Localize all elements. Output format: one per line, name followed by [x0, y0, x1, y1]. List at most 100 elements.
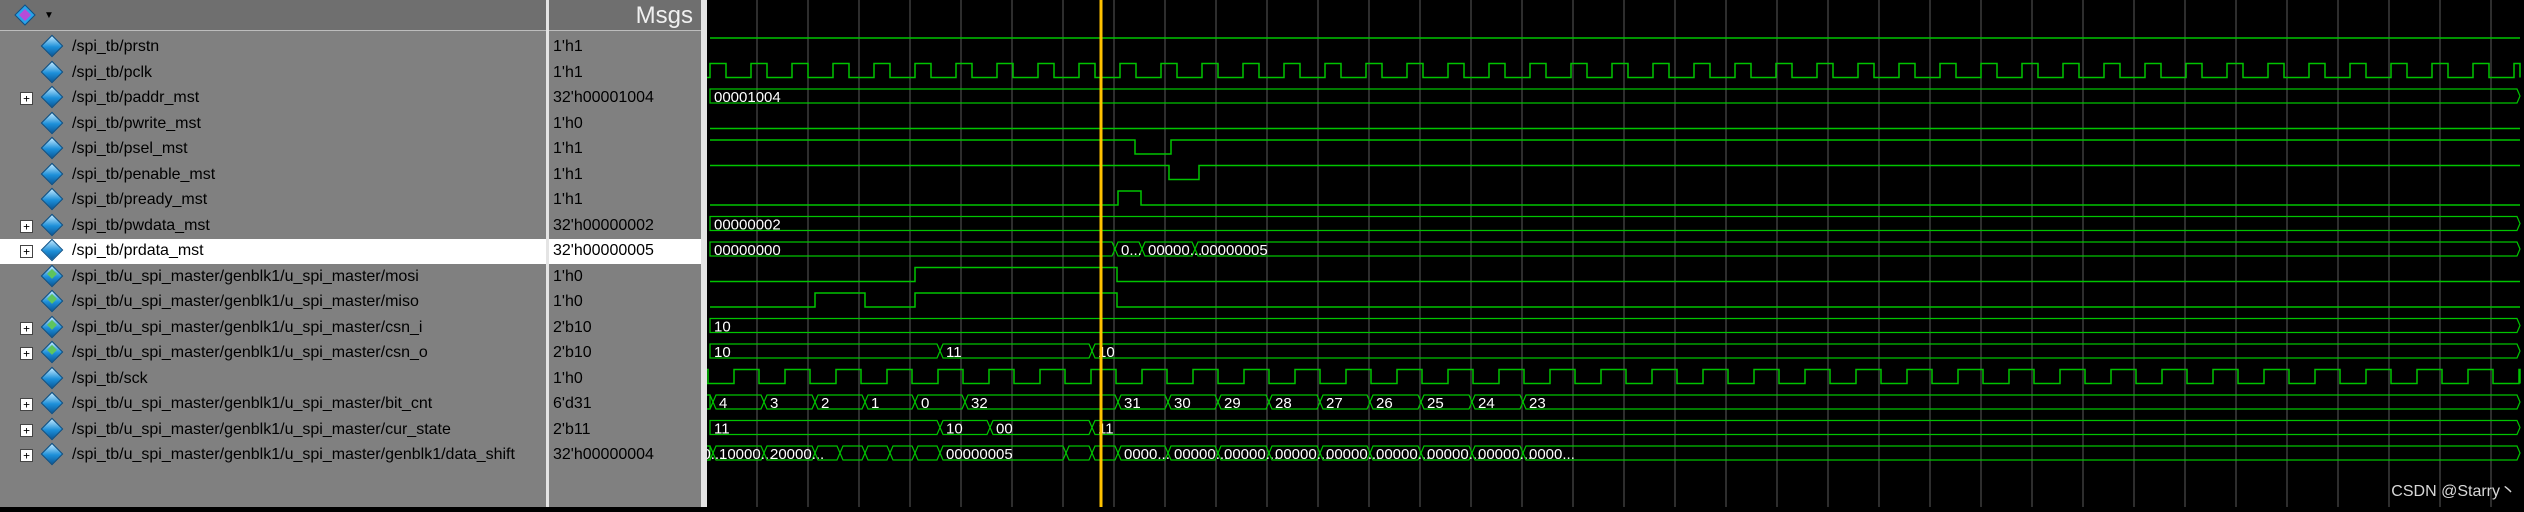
value-row[interactable]: 1'h0 — [549, 112, 701, 137]
signal-value: 2'b10 — [553, 344, 592, 361]
bus-value-label: 10 — [946, 421, 963, 438]
signal-row[interactable]: + /spi_tb/prdata_mst — [0, 238, 546, 264]
signal-row[interactable]: + /spi_tb/paddr_mst — [0, 85, 546, 111]
expand-icon[interactable]: + — [20, 449, 33, 462]
value-row[interactable]: 1'h0 — [549, 290, 701, 315]
bus-segment — [709, 215, 2521, 232]
value-row[interactable]: 1'h0 — [549, 367, 701, 392]
bus-segment — [889, 445, 916, 461]
signal-row[interactable]: + /spi_tb/u_spi_master/genblk1/u_spi_mast… — [0, 442, 546, 468]
signal-row[interactable]: /spi_tb/pwrite_mst — [0, 111, 546, 137]
expand-icon[interactable]: + — [20, 398, 33, 411]
bus-segment — [1065, 445, 1093, 461]
value-row[interactable]: 32'h00001004 — [549, 86, 701, 111]
value-row[interactable]: 1'h1 — [549, 61, 701, 86]
signal-value: 1'h1 — [553, 38, 583, 55]
bus-segment — [964, 394, 1119, 410]
signal-row[interactable]: /spi_tb/prstn — [0, 34, 546, 60]
signal-value: 6'd31 — [553, 395, 592, 412]
signal-value: 32'h00001004 — [553, 89, 654, 106]
wave-penable_mst — [710, 164, 2520, 181]
expand-icon[interactable]: + — [20, 245, 33, 258]
bus-value-label: 4 — [719, 395, 727, 412]
signal-row[interactable]: /spi_tb/pclk — [0, 60, 546, 86]
value-row[interactable]: 1'h1 — [549, 163, 701, 188]
bus-segment — [1091, 419, 2521, 436]
bus-value-label: 28 — [1275, 395, 1292, 412]
bus-segment — [839, 445, 866, 461]
bus-segment — [709, 343, 941, 359]
expand-icon[interactable]: + — [20, 92, 33, 105]
signal-values-pane: Msgs 1'h1 1'h1 32'h00001004 1'h0 1'h1 1'h1 1'h… — [549, 0, 701, 507]
bus-segment — [864, 445, 891, 461]
bus-value-label: 00001004 — [714, 89, 781, 106]
chevron-down-icon[interactable]: ▼ — [44, 10, 54, 21]
expand-icon[interactable]: + — [20, 347, 33, 360]
signal-row[interactable]: + /spi_tb/u_spi_master/genblk1/u_spi_mast… — [0, 315, 546, 341]
value-row[interactable]: 2'b11 — [549, 418, 701, 443]
wave-toolbar-icon[interactable] — [14, 4, 36, 26]
signal-name: /spi_tb/u_spi_master/genblk1/u_spi_maste… — [72, 420, 451, 438]
signal-name: /spi_tb/u_spi_master/genblk1/u_spi_maste… — [72, 446, 515, 463]
wave-psel_mst — [710, 139, 2520, 155]
signal-row[interactable]: /spi_tb/sck — [0, 366, 546, 392]
bus-value-label: 0 — [921, 395, 929, 412]
signal-value: 2'b11 — [553, 420, 591, 438]
bus-segment — [709, 317, 2521, 334]
signal-name: /spi_tb/u_spi_master/genblk1/u_spi_maste… — [72, 293, 419, 310]
bus-value-label: 0000... — [1529, 446, 1575, 463]
value-row[interactable]: 1'h1 — [549, 137, 701, 162]
waveform-canvas[interactable]: 000010040000000200000000 0... 00000...0000… — [12, 0, 2524, 507]
bus-value-label: 11 — [946, 344, 962, 361]
signal-row[interactable]: /spi_tb/psel_mst — [0, 136, 546, 162]
signal-name: /spi_tb/u_spi_master/genblk1/u_spi_maste… — [72, 318, 423, 336]
signal-icon — [40, 442, 64, 466]
bus-segment — [939, 343, 1093, 359]
signal-icon — [40, 111, 64, 134]
signal-name: /spi_tb/sck — [72, 369, 148, 387]
signal-name: /spi_tb/prdata_mst — [72, 242, 204, 259]
signal-row[interactable]: /spi_tb/u_spi_master/genblk1/u_spi_maste… — [0, 264, 546, 290]
value-row[interactable]: 2'b10 — [549, 341, 701, 366]
watermark: CSDN @Starry丶 — [2391, 483, 2516, 500]
expand-icon[interactable]: + — [20, 423, 33, 437]
value-row[interactable]: 6'd31 — [549, 392, 701, 417]
bus-value-label: 3 — [770, 395, 778, 412]
signal-icon — [40, 187, 64, 211]
signal-icon — [40, 391, 64, 415]
bus-value-label: 24 — [1478, 395, 1495, 412]
signal-icon — [40, 162, 64, 185]
signal-row[interactable]: /spi_tb/u_spi_master/genblk1/u_spi_maste… — [0, 289, 546, 315]
signal-value: 32'h00000004 — [553, 446, 654, 463]
signal-value: 1'h0 — [553, 267, 583, 285]
bus-segment — [709, 88, 2521, 104]
signal-row[interactable]: + /spi_tb/u_spi_master/genblk1/u_spi_mast… — [0, 417, 546, 443]
bus-value-label: 2 — [821, 395, 829, 412]
value-row[interactable]: 32'h00000005 — [549, 239, 701, 264]
signal-row[interactable]: + /spi_tb/pwdata_mst — [0, 213, 546, 239]
bus-value-label: 26 — [1376, 395, 1393, 412]
value-row[interactable]: 32'h00000002 — [549, 214, 701, 239]
value-row[interactable]: 32'h00000004 — [549, 443, 701, 468]
signal-names-pane: ▼ /spi_tb/prstn/spi_tb/pclk + /spi_tb/padd… — [0, 0, 549, 507]
bus-value-label: 27 — [1326, 395, 1343, 412]
value-row[interactable]: 1'h1 — [549, 35, 701, 60]
signal-icon — [40, 34, 64, 58]
signal-name: /spi_tb/pclk — [72, 63, 153, 81]
signal-row[interactable]: /spi_tb/pready_mst — [0, 187, 546, 213]
signal-icon — [40, 60, 64, 83]
waveform-pane[interactable]: 00001004 00000002 00000000 0... 00000... 0000… — [12, 0, 2524, 507]
signal-name: /spi_tb/u_spi_master/genblk1/u_spi_maste… — [72, 395, 433, 412]
expand-icon[interactable]: + — [20, 321, 33, 335]
msgs-label: Msgs — [635, 2, 693, 29]
value-row[interactable]: 1'h0 — [549, 265, 701, 290]
value-row[interactable]: 1'h1 — [549, 188, 701, 213]
expand-icon[interactable]: + — [20, 219, 33, 233]
value-row[interactable]: 2'b10 — [549, 316, 701, 341]
signal-value: 1'h0 — [553, 369, 583, 387]
signal-row[interactable]: + /spi_tb/u_spi_master/genblk1/u_spi_mast… — [0, 391, 546, 417]
signal-row[interactable]: + /spi_tb/u_spi_master/genblk1/u_spi_mast… — [0, 340, 546, 366]
signal-row[interactable]: /spi_tb/penable_mst — [0, 162, 546, 188]
bus-value-label: 0000... — [1124, 446, 1170, 463]
bus-value-label: 00000002 — [714, 217, 781, 234]
